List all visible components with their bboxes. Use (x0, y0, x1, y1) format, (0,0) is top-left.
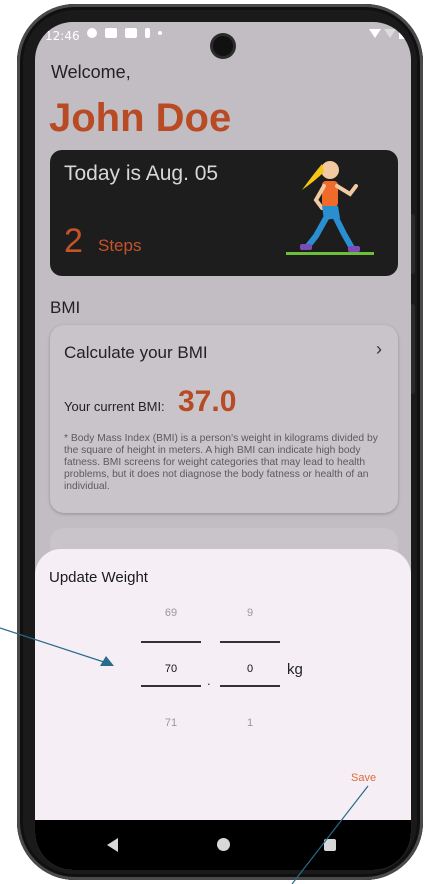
front-camera (213, 36, 233, 56)
decimal-separator: . (207, 673, 211, 688)
back-icon[interactable] (107, 838, 118, 852)
steps-label: Steps (98, 236, 142, 255)
picker-divider (220, 641, 280, 643)
current-bmi-value: 37.0 (178, 385, 237, 418)
more-notifications-icon (158, 31, 162, 35)
save-button[interactable]: Save (351, 772, 376, 784)
bmi-card[interactable]: Calculate your BMI › Your current BMI: 3… (50, 325, 398, 513)
navigation-bar (35, 820, 411, 870)
decimal-picker-below[interactable]: 1 (220, 717, 280, 729)
current-bmi-label: Your current BMI: (64, 399, 165, 414)
activity-card[interactable]: Today is Aug. 05 2 Steps (50, 150, 398, 276)
home-icon[interactable] (217, 838, 230, 851)
integer-picker-below[interactable]: 71 (141, 717, 201, 729)
alert-notification-icon (145, 28, 150, 38)
bmi-section-title: BMI (50, 298, 81, 317)
weight-unit: kg (287, 661, 303, 678)
decimal-picker-selected[interactable]: 0 (220, 663, 280, 675)
picker-divider (141, 641, 201, 643)
user-name: John Doe (49, 96, 232, 140)
update-weight-sheet: Update Weight 69 70 71 . 9 0 1 kg Save (35, 549, 411, 820)
signal-icon (384, 29, 396, 38)
picker-divider (220, 685, 280, 687)
sheet-title: Update Weight (49, 569, 148, 586)
picker-divider (141, 685, 201, 687)
youtube-notification-icon-2 (125, 28, 137, 38)
calculate-bmi-label: Calculate your BMI (64, 343, 208, 362)
decimal-picker-above[interactable]: 9 (220, 607, 280, 619)
wifi-icon (369, 29, 381, 38)
recent-apps-icon[interactable] (324, 839, 336, 851)
youtube-notification-icon (105, 28, 117, 38)
steps-count: 2 (64, 222, 83, 260)
bmi-disclaimer: * Body Mass Index (BMI) is a person's we… (64, 433, 378, 492)
chevron-right-icon[interactable]: › (376, 339, 382, 360)
battery-icon (399, 29, 405, 39)
welcome-text: Welcome, (51, 62, 131, 82)
status-time: 12:46 (45, 29, 80, 43)
integer-picker-selected[interactable]: 70 (141, 663, 201, 675)
settings-notification-icon (87, 28, 97, 38)
today-date: Today is Aug. 05 (64, 162, 219, 185)
runner-illustration (286, 161, 374, 255)
integer-picker-above[interactable]: 69 (141, 607, 201, 619)
app-screen: 12:46 Welcome, John Doe Today is Aug. 05… (35, 22, 411, 870)
